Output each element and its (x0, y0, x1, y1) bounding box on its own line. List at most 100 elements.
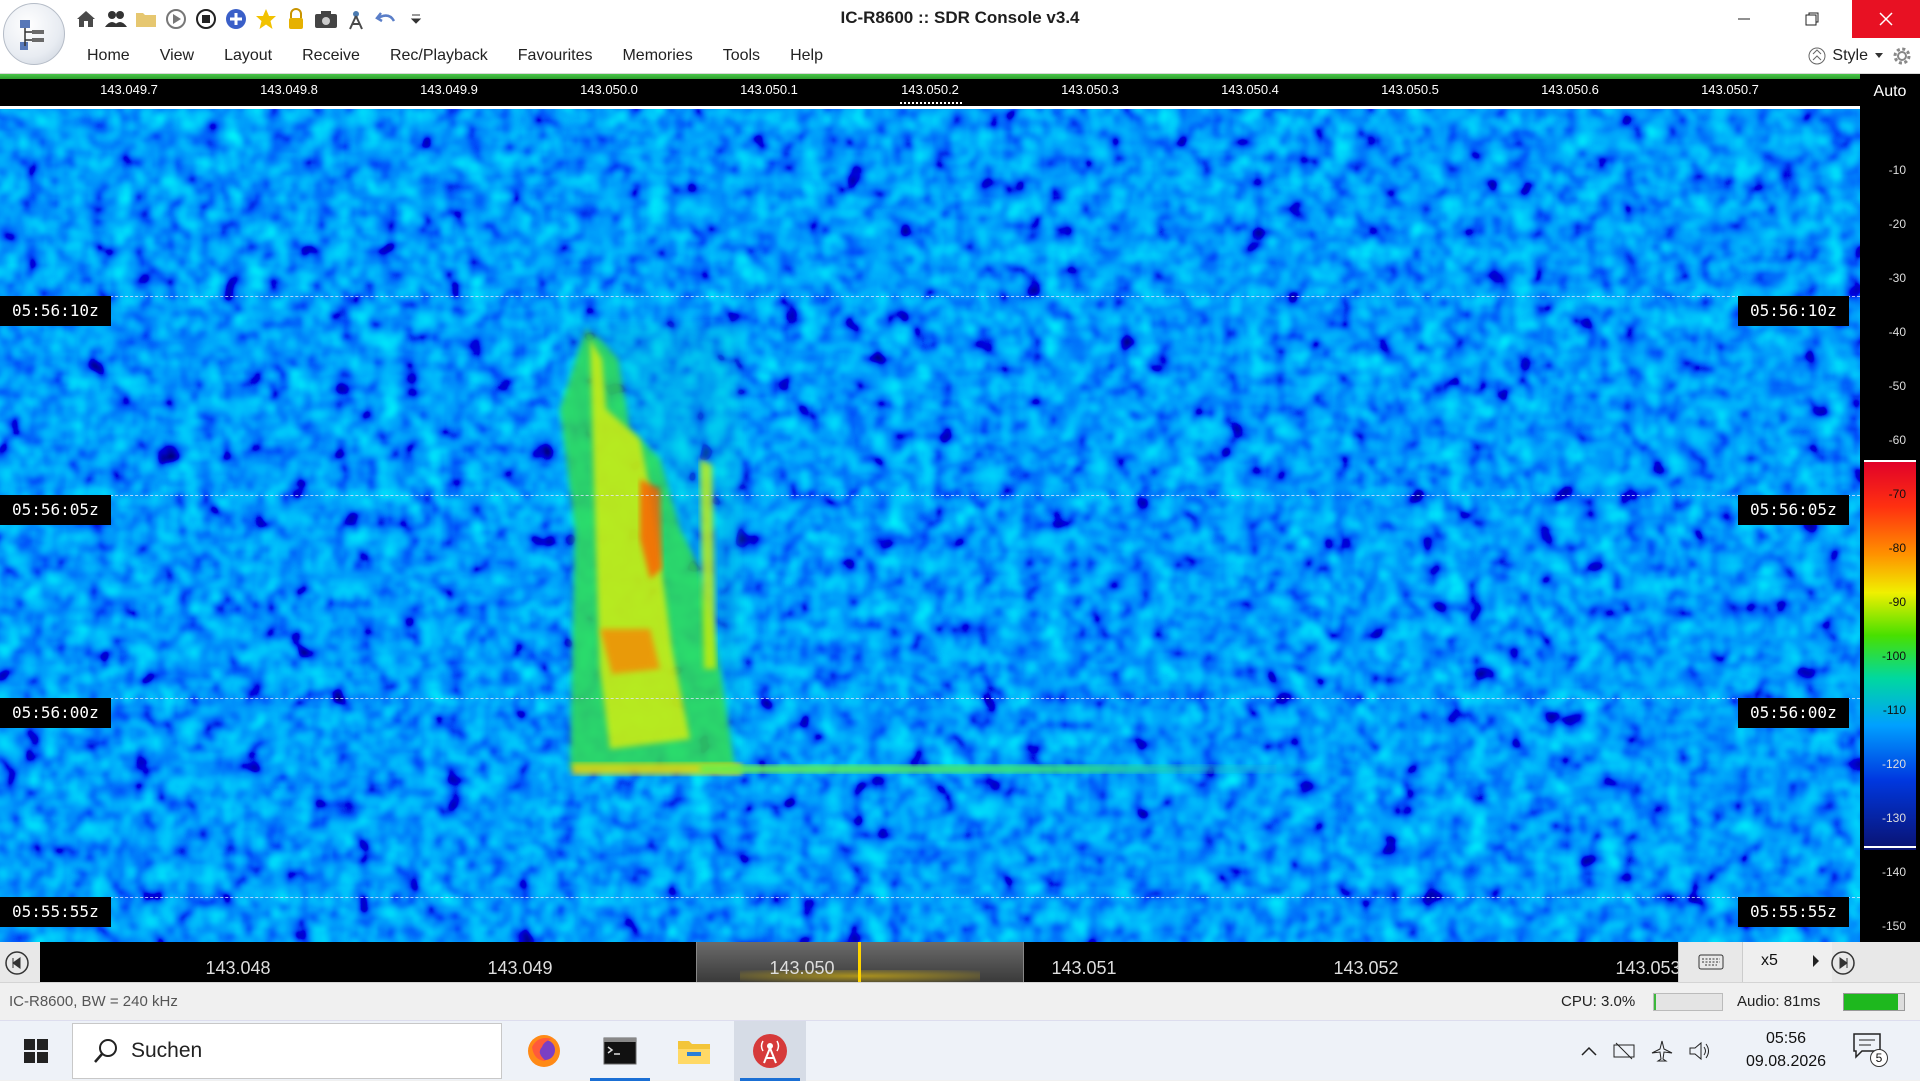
scale-label: -60 (1888, 433, 1906, 447)
freq-label: 143.050.6 (1541, 82, 1599, 97)
scroll-right-button[interactable] (1830, 950, 1856, 976)
quick-access-toolbar (74, 5, 428, 33)
audio-latency: Audio: 81ms (1737, 993, 1821, 1010)
time-gridline (0, 296, 1860, 297)
sdr-console-icon (753, 1034, 787, 1068)
cpu-meter (1653, 993, 1723, 1011)
close-icon (1879, 12, 1893, 26)
keyboard-entry-button[interactable] (1678, 942, 1742, 982)
time-label-left: 05:55:55z (0, 897, 111, 927)
start-button[interactable] (0, 1021, 72, 1081)
volume-icon[interactable] (1688, 1040, 1712, 1062)
menu-view[interactable]: View (145, 38, 209, 74)
terminal-icon (603, 1037, 637, 1065)
device-status: IC-R8600, BW = 240 kHz (9, 993, 178, 1010)
scale-label: -70 (1888, 487, 1906, 501)
notification-count: 5 (1870, 1049, 1888, 1067)
menu-receive[interactable]: Receive (287, 38, 375, 74)
taskbar-firefox[interactable] (508, 1021, 580, 1081)
users-icon[interactable] (104, 7, 128, 31)
network-off-icon[interactable] (1612, 1041, 1636, 1061)
gear-icon[interactable] (1890, 44, 1914, 68)
undo-icon[interactable] (374, 7, 398, 31)
taskbar-clock[interactable]: 05:56 09.08.2026 (1726, 1028, 1846, 1074)
taskbar-search[interactable]: Suchen (72, 1023, 502, 1079)
clock-date: 09.08.2026 (1745, 1053, 1827, 1070)
waterfall-display[interactable]: 05:56:10z 05:56:10z 05:56:05z 05:56:05z … (0, 106, 1860, 942)
file-explorer-icon (678, 1041, 710, 1064)
tuned-frequency-marker[interactable] (858, 942, 861, 982)
menu-items: Home View Layout Receive Rec/Playback Fa… (72, 38, 838, 74)
band-navigator: 143.048 143.049 143.050 143.051 143.052 … (0, 942, 1920, 982)
style-selector[interactable]: Style (1808, 38, 1920, 74)
title-bar: IC-R8600 :: SDR Console v3.4 (0, 0, 1920, 38)
scale-label: -130 (1881, 811, 1906, 825)
freq-label: 143.049.7 (100, 82, 158, 97)
taskbar-terminal[interactable] (584, 1021, 656, 1081)
camera-icon[interactable] (314, 7, 338, 31)
menu-layout[interactable]: Layout (209, 38, 287, 74)
menu-tools[interactable]: Tools (708, 38, 775, 74)
chevron-right-icon (1813, 955, 1819, 967)
play-icon[interactable] (164, 7, 188, 31)
folder-icon[interactable] (134, 7, 158, 31)
taskbar: Suchen 05:56 09.08.2026 5 (0, 1020, 1920, 1081)
freq-label: 143.050.4 (1221, 82, 1279, 97)
customize-icon[interactable] (404, 7, 428, 31)
audio-meter-fill (1844, 994, 1898, 1010)
chevron-down-icon (1875, 53, 1883, 58)
freq-label: 143.050.7 (1701, 82, 1759, 97)
band-ruler-strip[interactable]: 143.048 143.049 143.050 143.051 143.052 … (40, 942, 1678, 982)
audio-meter (1843, 993, 1905, 1011)
freq-label: 143.050.1 (740, 82, 798, 97)
windows-icon (24, 1039, 48, 1063)
cpu-usage: CPU: 3.0% (1561, 993, 1636, 1010)
scale-upper-handle[interactable] (1864, 460, 1916, 462)
menu-favourites[interactable]: Favourites (503, 38, 608, 74)
notification-center-button[interactable]: 5 (1852, 1031, 1892, 1071)
clock-time: 05:56 (1765, 1030, 1807, 1047)
auto-scale-button[interactable]: Auto (1860, 74, 1920, 106)
time-label-right: 05:56:05z (1738, 495, 1849, 525)
stop-icon[interactable] (194, 7, 218, 31)
chevron-up-icon[interactable] (1580, 1045, 1598, 1057)
time-label-right: 05:55:55z (1738, 897, 1849, 927)
menu-memories[interactable]: Memories (607, 38, 707, 74)
app-menu-button[interactable] (3, 3, 65, 65)
menu-home[interactable]: Home (72, 38, 145, 74)
zoom-value: x5 (1761, 952, 1778, 969)
time-label-right: 05:56:00z (1738, 698, 1849, 728)
zoom-selector[interactable]: x5 (1742, 942, 1832, 982)
lock-icon[interactable] (284, 7, 308, 31)
close-button[interactable] (1852, 0, 1920, 38)
collapse-ribbon-icon[interactable] (1808, 44, 1826, 68)
restore-button[interactable] (1778, 0, 1846, 38)
airplane-mode-icon[interactable] (1650, 1040, 1674, 1062)
status-bar: IC-R8600, BW = 240 kHz CPU: 3.0% Audio: … (0, 982, 1920, 1020)
add-icon[interactable] (224, 7, 248, 31)
time-gridline (0, 698, 1860, 699)
star-icon[interactable] (254, 7, 278, 31)
scroll-left-button[interactable] (4, 950, 30, 976)
nav-freq-label: 143.052 (1333, 958, 1399, 978)
firefox-icon (528, 1035, 560, 1067)
freq-label: 143.049.8 (260, 82, 318, 97)
minimize-button[interactable] (1710, 0, 1778, 38)
search-placeholder: Suchen (131, 1039, 203, 1062)
taskbar-sdr-console[interactable] (734, 1021, 806, 1081)
style-label[interactable]: Style (1832, 47, 1868, 65)
freq-label: 143.049.9 (420, 82, 478, 97)
signal-scale[interactable]: -10 -20 -30 -40 -50 -60 -70 -80 -90 -100… (1860, 106, 1920, 942)
antenna-icon[interactable] (344, 7, 368, 31)
freq-label: 143.050.5 (1381, 82, 1439, 97)
taskbar-file-explorer[interactable] (658, 1021, 730, 1081)
menu-help[interactable]: Help (775, 38, 838, 74)
scale-lower-handle[interactable] (1864, 846, 1916, 848)
scale-label: -40 (1888, 325, 1906, 339)
home-icon[interactable] (74, 7, 98, 31)
time-gridline (0, 495, 1860, 496)
menu-rec-playback[interactable]: Rec/Playback (375, 38, 503, 74)
tuning-cursor (900, 102, 962, 104)
waterfall-noise (0, 109, 1860, 942)
time-gridline (0, 897, 1860, 898)
